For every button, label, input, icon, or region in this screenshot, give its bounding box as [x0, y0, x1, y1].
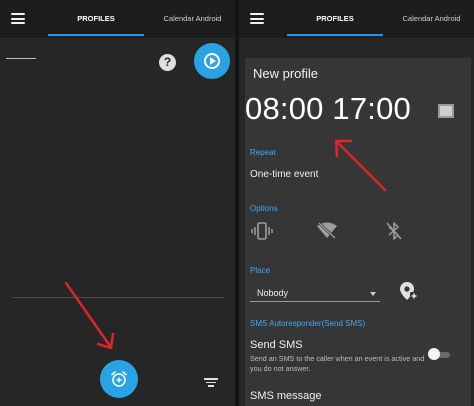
- add-location-icon[interactable]: [399, 280, 419, 302]
- place-dropdown[interactable]: Nobody: [250, 284, 380, 302]
- sms-message-title[interactable]: SMS message: [250, 390, 322, 402]
- repeat-value[interactable]: One-time event: [250, 169, 318, 180]
- time-range[interactable]: 08:00 17:00: [245, 91, 411, 127]
- sms-autoresponder-label: SMS Autoresponder(Send SMS): [250, 319, 366, 328]
- repeat-label: Repeat: [250, 148, 276, 157]
- top-app-bar: PROFILES Calendar Android: [239, 0, 474, 38]
- menu-icon[interactable]: [11, 13, 25, 24]
- tab-profiles[interactable]: PROFILES: [287, 0, 383, 38]
- annotation-arrow: [64, 281, 115, 350]
- new-profile-card: New profile 08:00 17:00 Repeat One-time …: [245, 58, 471, 406]
- vibrate-icon[interactable]: [251, 221, 273, 241]
- tab-profiles[interactable]: PROFILES: [48, 0, 144, 38]
- tab-calendar-android[interactable]: Calendar Android: [389, 0, 474, 38]
- menu-icon[interactable]: [250, 13, 264, 24]
- send-sms-title: Send SMS: [250, 339, 303, 351]
- new-profile-screen: PROFILES Calendar Android New profile 08…: [239, 0, 474, 406]
- profile-title: New profile: [253, 66, 319, 81]
- bluetooth-off-icon[interactable]: [383, 221, 405, 241]
- filter-icon[interactable]: [204, 378, 218, 388]
- place-label: Place: [250, 266, 271, 275]
- chevron-down-icon: [370, 292, 376, 296]
- tab-calendar-android[interactable]: Calendar Android: [150, 0, 235, 38]
- help-icon[interactable]: ?: [159, 54, 176, 71]
- divider-line: [6, 58, 36, 59]
- add-alarm-button[interactable]: [100, 360, 138, 398]
- send-sms-toggle[interactable]: [428, 348, 452, 360]
- profiles-screen-empty: PROFILES Calendar Android ?: [0, 0, 235, 406]
- add-alarm-icon: [111, 371, 127, 387]
- profile-enabled-checkbox[interactable]: [438, 104, 454, 118]
- annotation-arrow: [334, 139, 387, 192]
- top-app-bar: PROFILES Calendar Android: [0, 0, 235, 38]
- wifi-off-icon[interactable]: [316, 221, 338, 241]
- options-label: Options: [250, 204, 278, 213]
- play-button[interactable]: [194, 43, 230, 79]
- place-dropdown-value: Nobody: [257, 288, 289, 298]
- send-sms-description: Send an SMS to the caller when an event …: [250, 354, 425, 373]
